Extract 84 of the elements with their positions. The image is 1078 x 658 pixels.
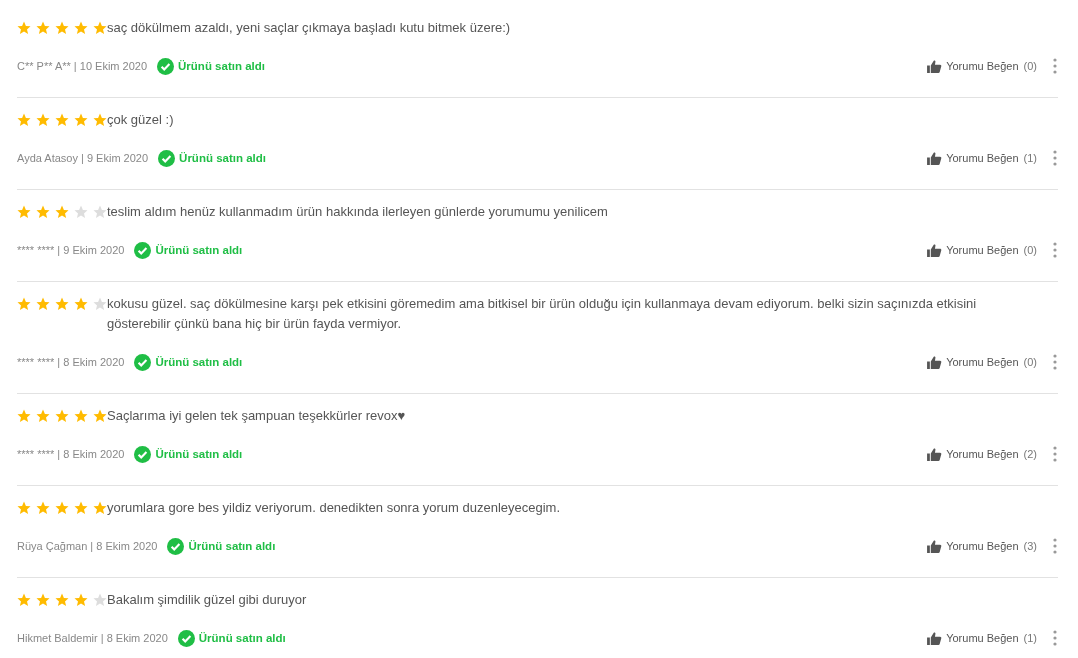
like-button[interactable]: Yorumu Beğen (927, 151, 1019, 165)
star-icon (36, 297, 50, 311)
star-icon (93, 297, 107, 311)
star-icon (55, 593, 69, 607)
star-icon (36, 21, 50, 35)
review-author-date: C** P** A** | 10 Ekim 2020 (17, 60, 148, 72)
star-icon (93, 205, 107, 219)
thumbs-up-icon (927, 243, 943, 257)
verified-purchase-label: Ürünü satın aldı (179, 152, 266, 164)
more-options-icon[interactable] (1053, 354, 1057, 370)
like-count: (0) (1023, 244, 1037, 256)
star-icon (17, 409, 31, 423)
star-icon (74, 21, 88, 35)
review-author-date: Rüya Çağman | 8 Ekim 2020 (17, 540, 158, 552)
star-icon (93, 501, 107, 515)
star-icon (74, 297, 88, 311)
star-icon (93, 593, 107, 607)
like-count: (3) (1023, 540, 1037, 552)
verified-purchase-label: Ürünü satın aldı (155, 448, 243, 460)
star-icon (74, 409, 88, 423)
like-count: (1) (1023, 632, 1037, 644)
star-icon (36, 205, 50, 219)
like-button[interactable]: Yorumu Beğen (927, 539, 1019, 553)
review-text: saç dökülmem azaldı, yeni saçlar çıkmaya başladı kutu bitmek üzere:) (107, 19, 512, 37)
star-icon (93, 409, 107, 423)
star-icon (55, 205, 69, 219)
star-icon (93, 113, 107, 127)
star-icon (17, 297, 31, 311)
star-icon (36, 501, 50, 515)
like-count: (2) (1023, 448, 1037, 460)
star-icon (74, 593, 88, 607)
thumbs-up-icon (927, 447, 943, 461)
review-text: Bakalım şimdilik güzel gibi duruyor (107, 591, 308, 609)
verified-purchase-label: Ürünü satın aldı (188, 540, 276, 552)
star-icon (55, 21, 69, 35)
like-button[interactable]: Yorumu Beğen (927, 243, 1019, 257)
star-icon (74, 205, 88, 219)
more-options-icon[interactable] (1053, 242, 1057, 258)
review-text: yorumlara gore bes yildiz veriyorum. denedikten sonra yorum duzenleyecegim. (107, 499, 562, 517)
review-text: teslim aldım henüz kullanmadım ürün hakkında ilerleyen günlerde yorumumu yenilicem (107, 203, 609, 221)
star-icon (36, 409, 50, 423)
star-icon (17, 593, 31, 607)
thumbs-up-icon (927, 631, 943, 645)
star-icon (36, 113, 50, 127)
star-icon (36, 593, 50, 607)
verified-purchase-label: Ürünü satın aldı (178, 60, 265, 72)
like-count: (0) (1023, 356, 1037, 368)
star-icon (55, 409, 69, 423)
review-author-date: **** **** | 8 Ekim 2020 (17, 356, 125, 368)
review-text: kokusu güzel. saç dökülmesine karşı pek etkisini göremedim ama bitkisel bir ürün olduğu için kullanmaya devam ediyorum. belki sizin saçınızda etkisini gösterebilir çünkü bana hiç bir ürün fayda vermiyor. (107, 295, 978, 333)
star-icon (17, 113, 31, 127)
review-author-date: **** **** | 9 Ekim 2020 (17, 244, 125, 256)
thumbs-up-icon (927, 59, 943, 73)
star-icon (17, 21, 31, 35)
more-options-icon[interactable] (1053, 150, 1057, 166)
like-button[interactable]: Yorumu Beğen (927, 355, 1019, 369)
review-author-date: Ayda Atasoy | 9 Ekim 2020 (17, 152, 149, 164)
like-button[interactable]: Yorumu Beğen (927, 59, 1019, 73)
like-button[interactable]: Yorumu Beğen (927, 447, 1019, 461)
thumbs-up-icon (927, 355, 943, 369)
star-icon (55, 297, 69, 311)
like-count: (1) (1023, 152, 1037, 164)
star-icon (93, 21, 107, 35)
star-icon (74, 113, 88, 127)
verified-purchase-label: Ürünü satın aldı (198, 632, 286, 644)
star-icon (17, 205, 31, 219)
thumbs-up-icon (927, 539, 943, 553)
more-options-icon[interactable] (1053, 538, 1057, 554)
more-options-icon[interactable] (1053, 446, 1057, 462)
thumbs-up-icon (927, 151, 943, 165)
review-text: çok güzel :) (107, 111, 175, 129)
star-icon (17, 501, 31, 515)
star-icon (74, 501, 88, 515)
more-options-icon[interactable] (1053, 630, 1057, 646)
like-count: (0) (1023, 60, 1037, 72)
review-author-date: Hikmet Baldemir | 8 Ekim 2020 (17, 632, 168, 644)
star-icon (55, 501, 69, 515)
verified-purchase-label: Ürünü satın aldı (155, 356, 243, 368)
star-icon (55, 113, 69, 127)
verified-purchase-label: Ürünü satın aldı (155, 244, 243, 256)
more-options-icon[interactable] (1053, 58, 1057, 74)
review-text: Saçlarıma iyi gelen tek şampuan teşekkürler revox♥ (107, 407, 407, 425)
review-author-date: **** **** | 8 Ekim 2020 (17, 448, 125, 460)
like-button[interactable]: Yorumu Beğen (927, 631, 1019, 645)
